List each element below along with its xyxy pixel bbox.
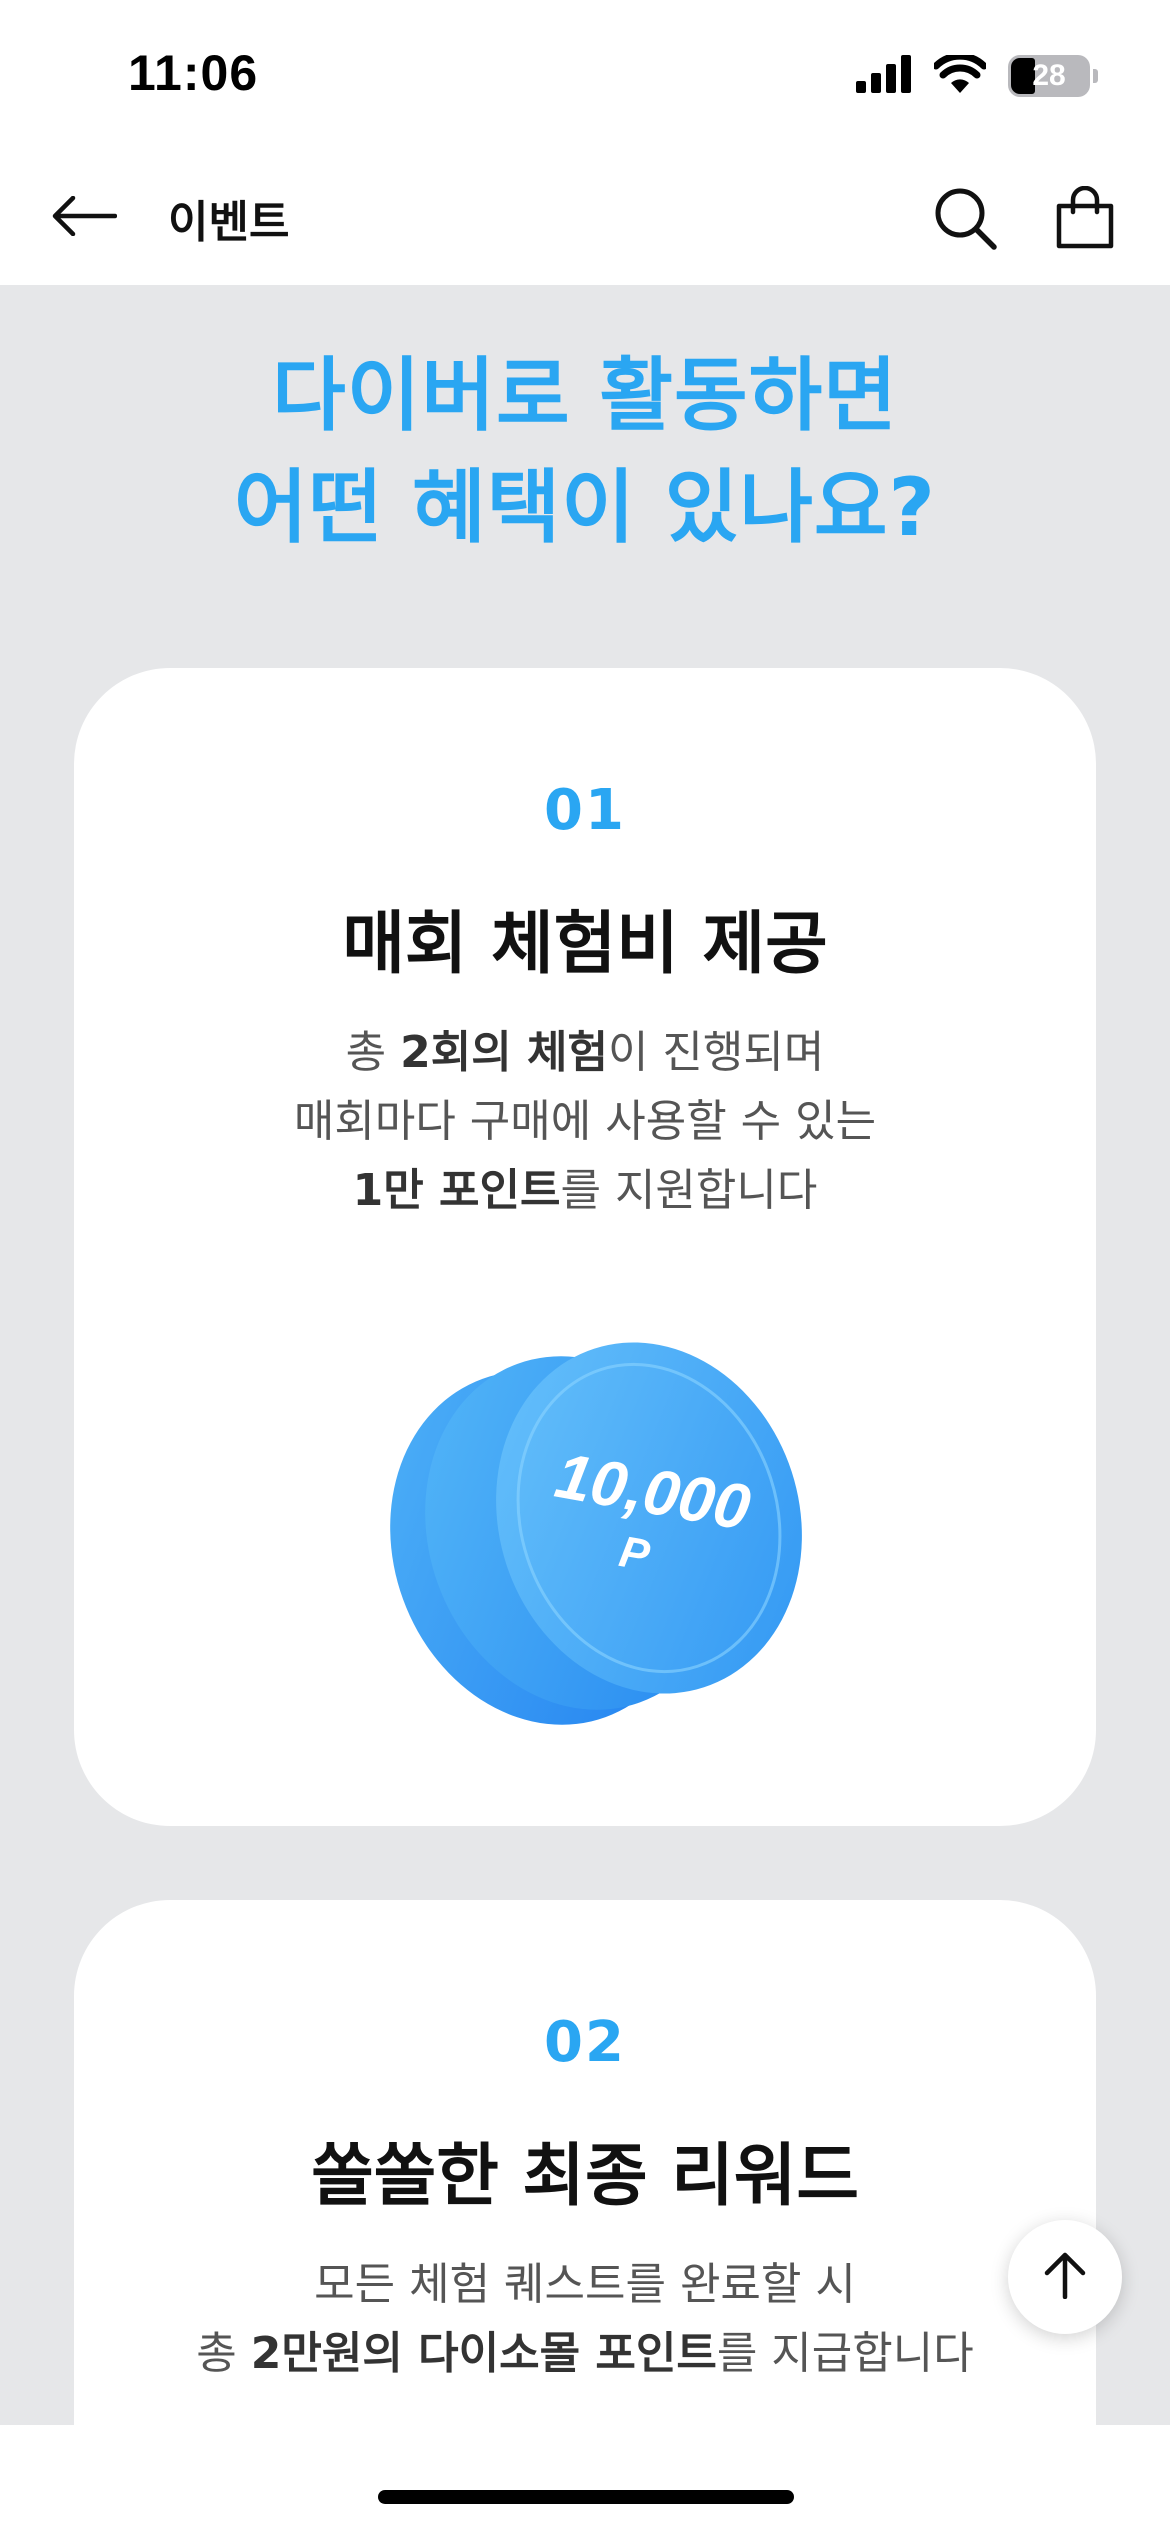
back-arrow-icon[interactable] xyxy=(48,180,120,252)
hero-line-2: 어떤 혜택이 있나요? xyxy=(234,461,936,554)
card-description: 모든 체험 퀘스트를 완료할 시총 2만원의 다이소몰 포인트를 지급합니다 xyxy=(74,2250,1096,2388)
status-bar: 11:06 28 xyxy=(0,0,1170,150)
coin-illustration: 10,000 P xyxy=(364,1328,824,1748)
card-number: 01 xyxy=(544,778,626,843)
card-title: 쏠쏠한 최종 리워드 xyxy=(311,2137,859,2216)
description-line: 매회마다 구매에 사용할 수 있는 xyxy=(293,1096,877,1147)
scroll-to-top-button[interactable] xyxy=(1008,2220,1122,2334)
hero-line-1: 다이버로 활동하면 xyxy=(272,349,898,442)
description-line: 1만 포인트를 지원합니다 xyxy=(352,1165,818,1216)
description-line: 총 2만원의 다이소몰 포인트를 지급합니다 xyxy=(196,2328,974,2379)
search-icon[interactable] xyxy=(925,178,1005,258)
card-title: 매회 체험비 제공 xyxy=(342,905,828,984)
card-description: 총 2회의 체험이 진행되며매회마다 구매에 사용할 수 있는 1만 포인트를 지… xyxy=(74,1018,1096,1225)
benefit-card-1: 01 매회 체험비 제공 총 2회의 체험이 진행되며매회마다 구매에 사용할 … xyxy=(74,668,1096,1826)
status-time: 11:06 xyxy=(128,45,259,101)
home-indicator[interactable] xyxy=(378,2490,794,2504)
status-icons: 28 xyxy=(856,52,1098,100)
battery-icon: 28 xyxy=(1008,55,1098,97)
home-area xyxy=(0,2425,1170,2532)
shopping-bag-icon[interactable] xyxy=(1045,178,1125,258)
description-line: 총 2회의 체험이 진행되며 xyxy=(345,1027,825,1078)
card-number: 02 xyxy=(544,2010,626,2075)
page-title: 이벤트 xyxy=(168,197,290,248)
nav-bar: 이벤트 xyxy=(0,150,1170,285)
signal-icon xyxy=(856,55,912,97)
wifi-icon xyxy=(932,52,988,97)
hero-heading: 다이버로 활동하면 어떤 혜택이 있나요? xyxy=(0,340,1170,564)
battery-level: 28 xyxy=(1032,59,1066,92)
event-content: 다이버로 활동하면 어떤 혜택이 있나요? 01 매회 체험비 제공 총 2회의… xyxy=(0,285,1170,2425)
description-line: 모든 체험 퀘스트를 완료할 시 xyxy=(314,2259,856,2310)
arrow-up-icon xyxy=(1043,2251,1087,2303)
benefit-card-2: 02 쏠쏠한 최종 리워드 모든 체험 퀘스트를 완료할 시총 2만원의 다이소… xyxy=(74,1900,1096,2425)
